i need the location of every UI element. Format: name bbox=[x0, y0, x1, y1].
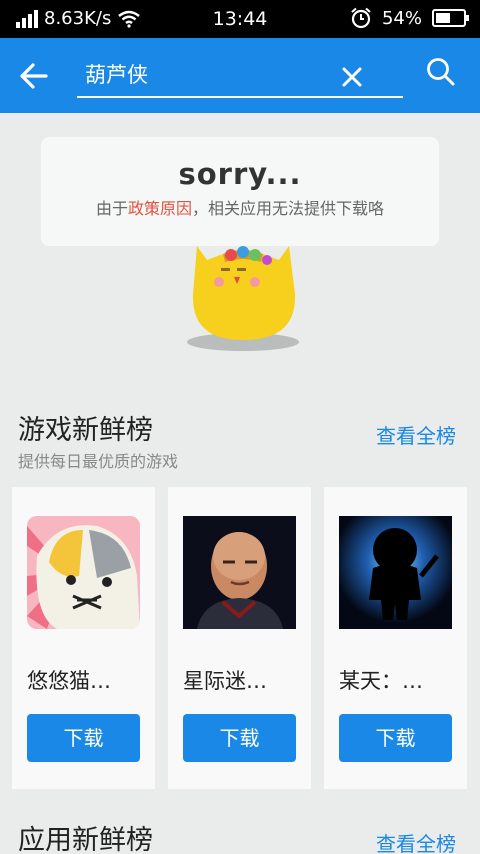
notice-message-prefix: 由于 bbox=[95, 199, 128, 218]
app-name: 某天：… bbox=[339, 669, 423, 693]
battery-percent: 54% bbox=[381, 7, 422, 29]
download-button[interactable]: 下载 bbox=[183, 714, 296, 762]
clear-icon bbox=[342, 67, 362, 87]
cat-game-icon bbox=[27, 516, 140, 629]
silhouette-game-icon bbox=[339, 516, 452, 629]
back-button[interactable] bbox=[14, 56, 54, 96]
notice-title: sorry... bbox=[178, 157, 302, 191]
clear-search-button[interactable] bbox=[337, 62, 367, 92]
alarm-icon bbox=[351, 7, 371, 29]
games-section-title: 游戏新鲜榜 bbox=[18, 415, 153, 446]
download-button[interactable]: 下载 bbox=[27, 714, 140, 762]
notice-message: 由于政策原因，相关应用无法提供下载咯 bbox=[41, 195, 439, 219]
search-icon bbox=[427, 58, 455, 86]
battery-icon bbox=[432, 9, 469, 27]
starship-game-icon bbox=[183, 516, 296, 629]
back-arrow-icon bbox=[20, 63, 48, 89]
games-view-all-link[interactable]: 查看全榜 bbox=[376, 420, 456, 449]
app-card[interactable]: 悠悠猫… 下载 bbox=[12, 487, 155, 789]
notice-message-suffix: ，相关应用无法提供下载咯 bbox=[192, 199, 385, 218]
search-app-bar bbox=[0, 38, 480, 113]
app-card[interactable]: 某天：… 下载 bbox=[324, 487, 467, 789]
status-bar: 8.63K/s 13:44 54% bbox=[0, 0, 480, 38]
apps-view-all-link[interactable]: 查看全榜 bbox=[376, 828, 456, 854]
search-input[interactable] bbox=[85, 56, 335, 92]
app-name: 悠悠猫… bbox=[27, 669, 111, 693]
search-button[interactable] bbox=[422, 54, 460, 92]
search-field bbox=[77, 52, 403, 98]
mascot-illustration bbox=[187, 246, 299, 351]
app-name: 星际迷… bbox=[183, 669, 267, 693]
games-section-subtitle: 提供每日最优质的游戏 bbox=[18, 452, 179, 471]
restriction-notice: sorry... 由于政策原因，相关应用无法提供下载咯 bbox=[41, 137, 439, 246]
notice-highlight: 政策原因 bbox=[127, 199, 192, 218]
download-button[interactable]: 下载 bbox=[339, 714, 452, 762]
app-card[interactable]: 星际迷… 下载 bbox=[168, 487, 311, 789]
apps-section-title: 应用新鲜榜 bbox=[18, 825, 153, 854]
